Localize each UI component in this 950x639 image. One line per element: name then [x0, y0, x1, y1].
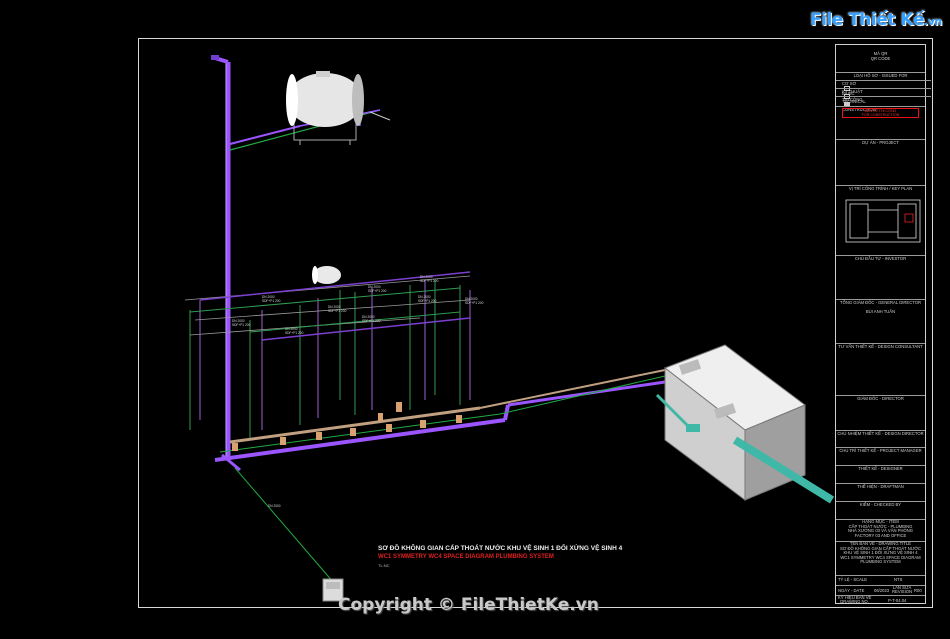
date-value: 06/2023 — [874, 588, 890, 593]
general-director-label: TỔNG GIÁM ĐỐC - GENERAL DIRECTOR — [836, 299, 925, 305]
design-consultant-label: TƯ VẤN THIẾT KẾ - DESIGN CONSULTANT — [836, 343, 925, 349]
drawing-sheet-frame — [138, 38, 933, 608]
design-director-label: CHỦ NHIỆM THIẾT KẾ - DESIGN DIRECTOR — [836, 430, 925, 436]
drawing-caption-scale: TL:NC — [378, 563, 390, 568]
pipe-label: DN 2000 SDF+P1 200 — [232, 319, 251, 327]
title-block: MÃ QR QR CODE LOẠI HỒ SƠ - ISSUED FOR CƠ… — [835, 44, 931, 605]
scale-label: TỶ LỆ - SCALE — [838, 577, 868, 582]
revision-value: R00 — [914, 588, 922, 593]
pipe-label: DN 2000 SDF+P1 200 — [285, 327, 304, 335]
pipe-label: DN 2000 — [268, 504, 281, 508]
construction-stamp: BẢN VẼ THI CÔNG FOR CONSTRUCTION — [842, 108, 919, 118]
date-label: NGÀY - DATE — [838, 588, 865, 593]
pipe-label: DN 2000 SDF+P1 200 — [465, 297, 484, 305]
drawing-no-row: KÝ HIỆU BẢN VẼ DRAWING NO. P-T-04.04 — [836, 595, 925, 605]
copyright-watermark: Copyright © FileThietKe.vn — [338, 595, 599, 615]
stamp-row: BẢN VẼ THI CÔNG FOR CONSTRUCTION — [836, 106, 925, 121]
pipe-label: DN 2000 SDF+P1 200 — [328, 305, 347, 313]
designer-label: THIẾT KẾ - DESIGNER — [836, 465, 925, 471]
pipe-label: DN 2000 SDF+P1 200 — [420, 275, 439, 283]
pipe-label: DN 2000 SDF+P1 200 — [418, 295, 437, 303]
item-label: HẠNG MỤC - ITEM CẤP THOÁT NƯỚC - PLUMBIN… — [836, 519, 925, 538]
project-manager-label: CHỦ TRÌ THIẾT KẾ - PROJECT MANAGER — [836, 447, 925, 453]
pipe-label: DN 2000 SDF+P1 200 — [262, 295, 281, 303]
drawing-no-label: KÝ HIỆU BẢN VẼ DRAWING NO. — [838, 595, 872, 604]
director-name: BÙI ANH TUẤN — [865, 309, 896, 314]
pipe-label: DN 2000 SDF+P1 200 — [362, 315, 381, 323]
drawing-caption-vn: SƠ ĐỒ KHÔNG GIAN CẤP THOÁT NƯỚC KHU VỆ S… — [378, 545, 623, 552]
revision-label: LẦN SỬA REVISION — [892, 585, 913, 594]
checked-by-label: KIỂM - CHECKED BY — [836, 501, 925, 507]
issue-header: LOẠI HỒ SƠ - ISSUED FOR — [836, 72, 925, 78]
site-logo: File Thiết Kế.vn — [810, 10, 942, 30]
investor-label: CHỦ ĐẦU TƯ - INVESTOR — [836, 255, 925, 261]
logo-text: File Thiết Kế — [810, 10, 925, 30]
pipe-label: DN 2000 SDF+P1 200 — [368, 285, 387, 293]
logo-suffix: .vn — [924, 15, 942, 28]
drawing-title-label: TÊN BẢN VẼ - DRAWING TITLE SƠ ĐỒ KHÔNG G… — [836, 541, 925, 565]
director-label: GIÁM ĐỐC - DIRECTOR — [836, 395, 925, 401]
scale-value: NTS — [894, 577, 903, 582]
project-label: DỰ ÁN - PROJECT — [836, 139, 925, 145]
key-plan-label: VỊ TRÍ CÔNG TRÌNH / KEY PLAN — [836, 185, 925, 191]
drawing-caption-en: WC1 SYMMETRY WC4 SPACE DIAGRAM PLUMBING … — [378, 554, 554, 560]
drawing-no-value: P-T-04.04 — [888, 598, 907, 603]
draftman-label: THỂ HIỆN - DRAFTMAN — [836, 483, 925, 489]
qr-code-label: MÃ QR QR CODE — [870, 51, 891, 61]
